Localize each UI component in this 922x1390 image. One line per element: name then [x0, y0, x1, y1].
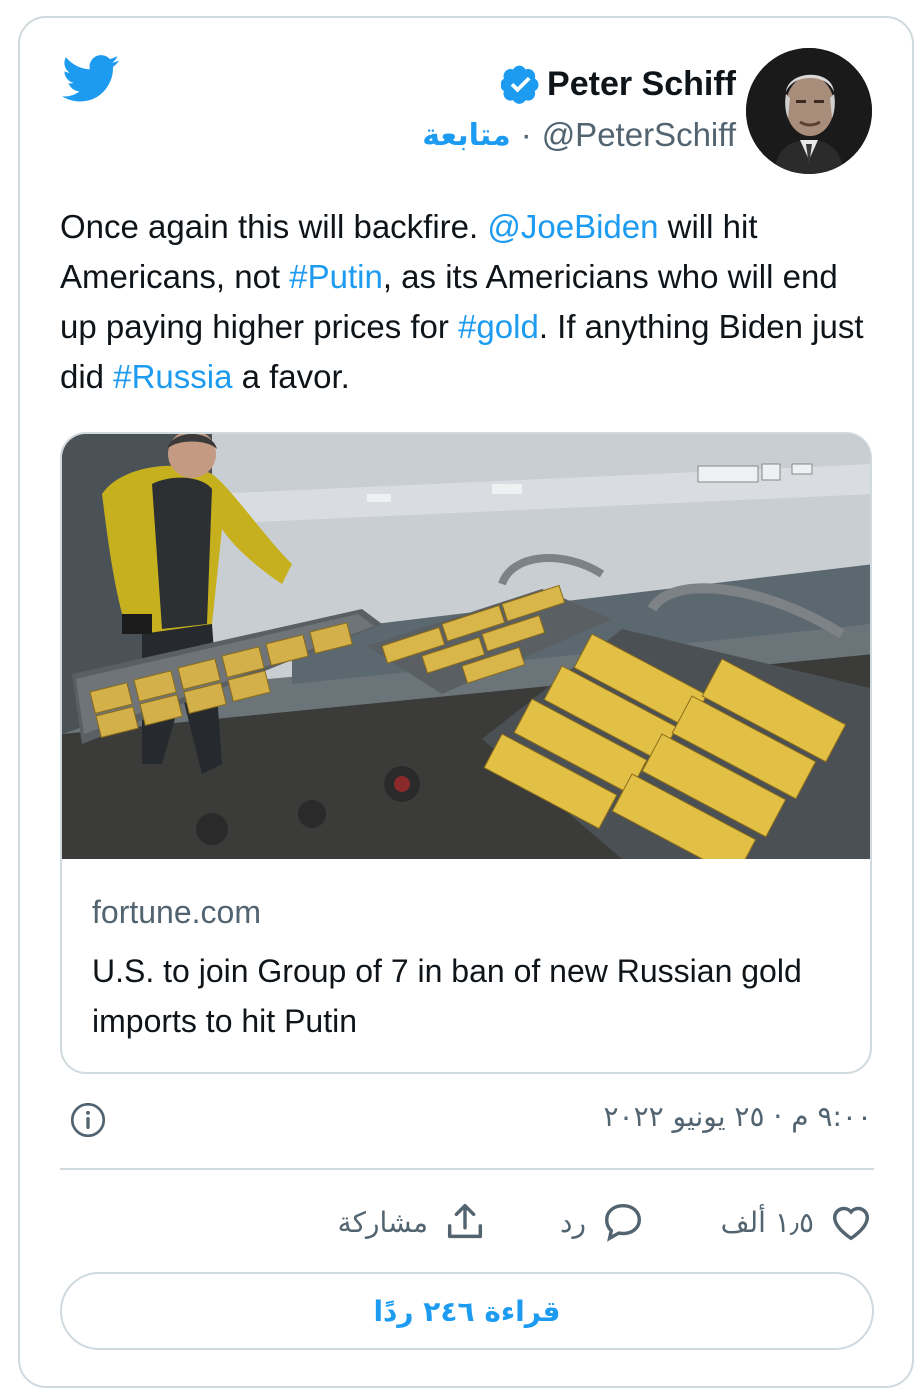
twitter-bird-icon[interactable] [62, 54, 120, 104]
author-handle[interactable]: @PeterSchiff [542, 116, 736, 154]
reply-label: رد [560, 1205, 586, 1239]
follow-button[interactable]: متابعة [422, 118, 510, 153]
avatar-photo [746, 48, 872, 174]
author-handle-row: متابعة · @PeterSchiff [422, 116, 736, 154]
divider [60, 1168, 874, 1170]
mention-link[interactable]: @JoeBiden [487, 208, 658, 245]
share-button[interactable]: مشاركة [338, 1196, 488, 1248]
heart-icon [832, 1206, 870, 1241]
author-display-name[interactable]: Peter Schiff [547, 65, 736, 104]
author-name-row[interactable]: Peter Schiff [501, 64, 736, 104]
verified-badge-icon [501, 65, 539, 104]
tweet-text: Once again this will backfire. @JoeBiden… [60, 202, 880, 402]
share-label: مشاركة [337, 1205, 428, 1239]
info-icon[interactable] [70, 1102, 106, 1138]
tweet-actions-bar: ١٫٥ ألف رد مشاركة [60, 1196, 874, 1252]
link-preview-image [62, 434, 870, 859]
speech-bubble-icon [604, 1203, 642, 1242]
link-card-domain: fortune.com [92, 894, 261, 930]
link-card-title: U.S. to join Group of 7 in ban of new Ru… [92, 953, 802, 1039]
separator-dot: · [520, 116, 532, 153]
hashtag-link-putin[interactable]: #Putin [289, 258, 383, 295]
hashtag-link-gold[interactable]: #gold [458, 308, 539, 345]
like-count: ١٫٥ ألف [720, 1205, 814, 1239]
tweet-timestamp[interactable]: ٩:٠٠ م · ٢٥ يونيو ٢٠٢٢ [604, 1100, 873, 1133]
tweet-text-part: a favor. [232, 358, 350, 395]
like-button[interactable]: ١٫٥ ألف [721, 1196, 874, 1248]
reply-button[interactable]: رد [560, 1196, 646, 1248]
link-preview-card[interactable]: fortune.com U.S. to join Group of 7 in b… [60, 432, 872, 1074]
avatar[interactable] [746, 48, 872, 174]
share-upload-icon [447, 1203, 483, 1239]
hashtag-link-russia[interactable]: #Russia [113, 358, 232, 395]
read-replies-button[interactable]: قراءة ٢٤٦ ردًا [60, 1272, 874, 1350]
tweet-text-part: Once again this will backfire. [60, 208, 488, 245]
